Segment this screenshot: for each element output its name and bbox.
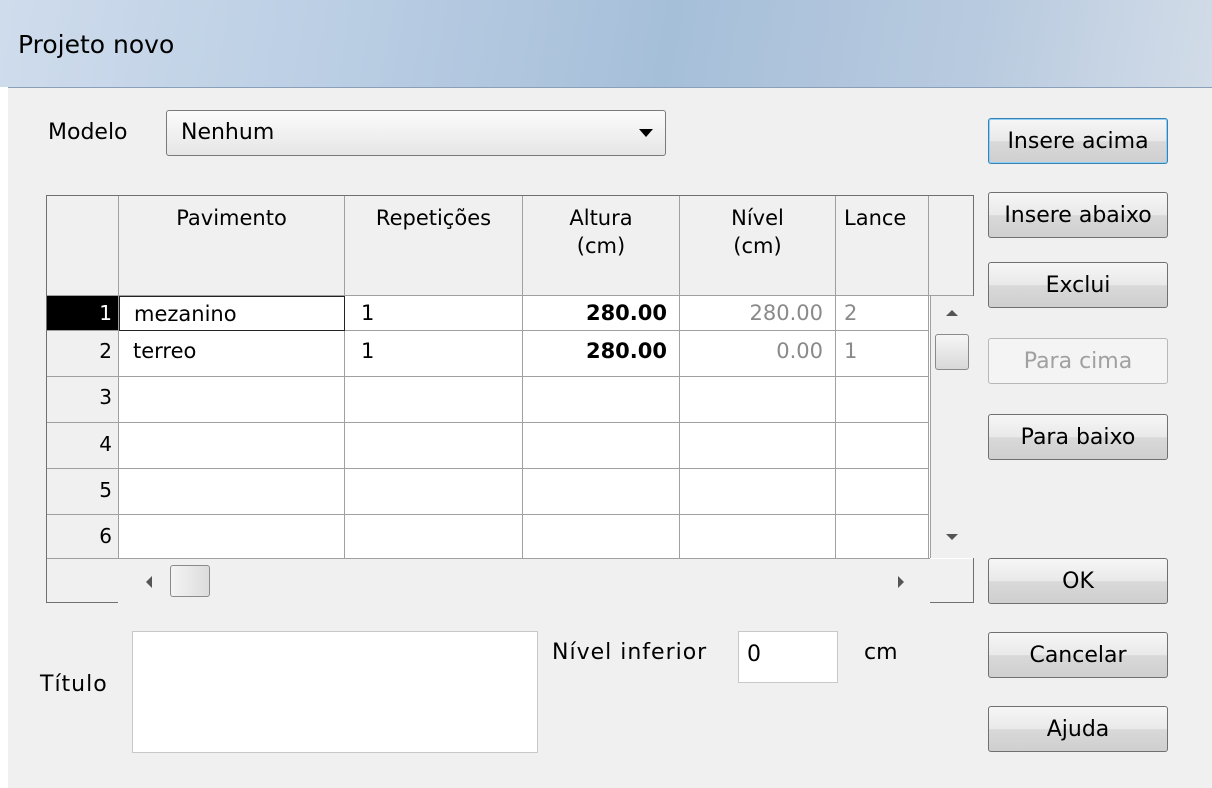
cell-altura[interactable]: [523, 423, 680, 469]
grid-footer-corner: [47, 559, 119, 602]
para-baixo-button[interactable]: Para baixo: [988, 414, 1168, 460]
cancelar-button[interactable]: Cancelar: [988, 632, 1168, 678]
cell-pavimento[interactable]: [119, 423, 345, 469]
vertical-scroll-thumb[interactable]: [935, 334, 969, 370]
cell-altura[interactable]: [523, 469, 680, 515]
scroll-up-icon[interactable]: [946, 310, 958, 316]
insere-acima-button[interactable]: Insere acima: [988, 118, 1168, 164]
cell-repeticoes[interactable]: [345, 377, 523, 423]
cell-pavimento[interactable]: mezanino: [119, 296, 345, 331]
cell-repeticoes[interactable]: [345, 515, 523, 559]
col-header-nivel: Nível (cm): [680, 196, 836, 296]
scroll-down-icon[interactable]: [946, 534, 958, 540]
cell-repeticoes[interactable]: [345, 423, 523, 469]
cell-pavimento[interactable]: [119, 469, 345, 515]
scroll-right-icon[interactable]: [898, 576, 904, 588]
cell-altura[interactable]: 280.00: [523, 296, 680, 331]
cell-repeticoes[interactable]: [345, 469, 523, 515]
grid-header-filler: [929, 196, 973, 296]
title-bar[interactable]: Projeto novo: [0, 0, 1212, 87]
row-header[interactable]: 2: [47, 331, 119, 377]
row-header[interactable]: 3: [47, 377, 119, 423]
ajuda-button[interactable]: Ajuda: [988, 706, 1168, 752]
cell-lance: 1: [836, 331, 929, 377]
row-header[interactable]: 1: [47, 296, 119, 331]
exclui-button[interactable]: Exclui: [988, 262, 1168, 308]
cell-nivel: [680, 515, 836, 559]
grid-footer-corner-right: [929, 559, 973, 602]
grid-corner-header: [47, 196, 119, 296]
cell-nivel: [680, 423, 836, 469]
horizontal-scroll-thumb[interactable]: [170, 565, 210, 597]
nivel-inferior-unit: cm: [864, 640, 898, 665]
col-header-repeticoes: Repetições: [345, 196, 523, 296]
row-header[interactable]: 5: [47, 469, 119, 515]
cell-repeticoes[interactable]: 1: [345, 296, 523, 331]
modelo-value: Nenhum: [181, 120, 275, 145]
vertical-scrollbar[interactable]: [930, 296, 974, 558]
nivel-inferior-input[interactable]: 0: [738, 631, 838, 683]
scroll-left-icon[interactable]: [146, 576, 152, 588]
cell-altura[interactable]: [523, 515, 680, 559]
col-header-altura: Altura (cm): [523, 196, 680, 296]
row-header[interactable]: 6: [47, 515, 119, 559]
window-title: Projeto novo: [18, 30, 175, 59]
nivel-inferior-label: Nível inferior: [552, 640, 708, 665]
cell-nivel: [680, 469, 836, 515]
cell-lance: [836, 469, 929, 515]
cell-altura[interactable]: 280.00: [523, 331, 680, 377]
col-header-pavimento: Pavimento: [119, 196, 345, 296]
cell-nivel: 280.00: [680, 296, 836, 331]
dropdown-arrow-icon: [639, 129, 653, 137]
modelo-label: Modelo: [48, 120, 128, 145]
col-header-lance: Lance: [836, 196, 929, 296]
floors-grid[interactable]: Pavimento Repetições Altura (cm) Nível (…: [46, 195, 974, 603]
cell-nivel: 0.00: [680, 331, 836, 377]
para-cima-button[interactable]: Para cima: [988, 338, 1168, 384]
titulo-label: Título: [40, 672, 108, 697]
cell-lance: [836, 423, 929, 469]
cell-pavimento[interactable]: [119, 515, 345, 559]
cell-repeticoes[interactable]: 1: [345, 331, 523, 377]
cell-lance: 2: [836, 296, 929, 331]
cell-nivel: [680, 377, 836, 423]
modelo-select[interactable]: Nenhum: [166, 110, 666, 156]
row-header[interactable]: 4: [47, 423, 119, 469]
horizontal-scrollbar[interactable]: [118, 558, 930, 603]
cell-pavimento[interactable]: [119, 377, 345, 423]
cell-lance: [836, 377, 929, 423]
cell-pavimento[interactable]: terreo: [119, 331, 345, 377]
cell-altura[interactable]: [523, 377, 680, 423]
titulo-input[interactable]: [132, 631, 538, 753]
insere-abaixo-button[interactable]: Insere abaixo: [988, 192, 1168, 238]
cell-lance: [836, 515, 929, 559]
ok-button[interactable]: OK: [988, 558, 1168, 604]
